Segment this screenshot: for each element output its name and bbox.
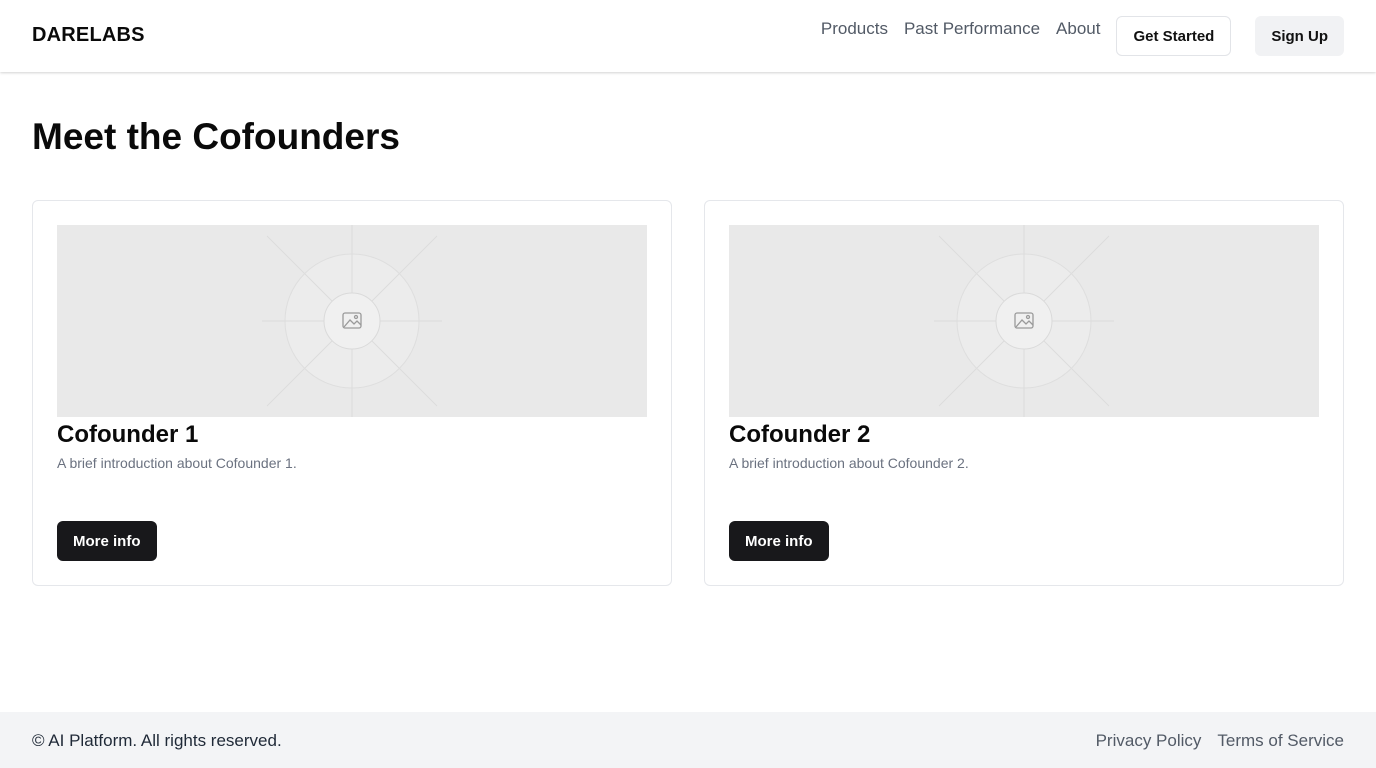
nav-link-about[interactable]: About [1056, 19, 1100, 39]
page-title: Meet the Cofounders [32, 116, 400, 157]
image-placeholder-icon [262, 225, 442, 417]
footer-links: Privacy Policy Terms of Service [1080, 731, 1344, 751]
cofounder-image-placeholder [57, 225, 647, 417]
terms-of-service-link[interactable]: Terms of Service [1217, 731, 1344, 751]
get-started-button[interactable]: Get Started [1116, 16, 1232, 56]
main-nav: Products Past Performance About Get Star… [821, 16, 1344, 56]
cofounder-name: Cofounder 1 [57, 421, 199, 448]
nav-link-past-performance[interactable]: Past Performance [904, 19, 1040, 39]
more-info-button[interactable]: More info [57, 521, 157, 561]
cofounder-image-placeholder [729, 225, 1319, 417]
nav-link-products[interactable]: Products [821, 19, 888, 39]
footer: © AI Platform. All rights reserved. Priv… [0, 712, 1376, 768]
copyright-text: © AI Platform. All rights reserved. [32, 731, 282, 750]
image-placeholder-icon [934, 225, 1114, 417]
privacy-policy-link[interactable]: Privacy Policy [1096, 731, 1202, 751]
cofounder-description: A brief introduction about Cofounder 1. [57, 455, 297, 471]
brand-logo[interactable]: DARELABS [32, 24, 145, 47]
sign-up-button[interactable]: Sign Up [1255, 16, 1344, 56]
page: DARELABS Products Past Performance About… [0, 0, 1376, 768]
cofounder-name: Cofounder 2 [729, 421, 871, 448]
top-navbar: DARELABS Products Past Performance About… [0, 0, 1376, 72]
cofounder-card-1: Cofounder 1 A brief introduction about C… [32, 200, 672, 586]
more-info-button[interactable]: More info [729, 521, 829, 561]
cofounder-description: A brief introduction about Cofounder 2. [729, 455, 969, 471]
cofounder-card-2: Cofounder 2 A brief introduction about C… [704, 200, 1344, 586]
